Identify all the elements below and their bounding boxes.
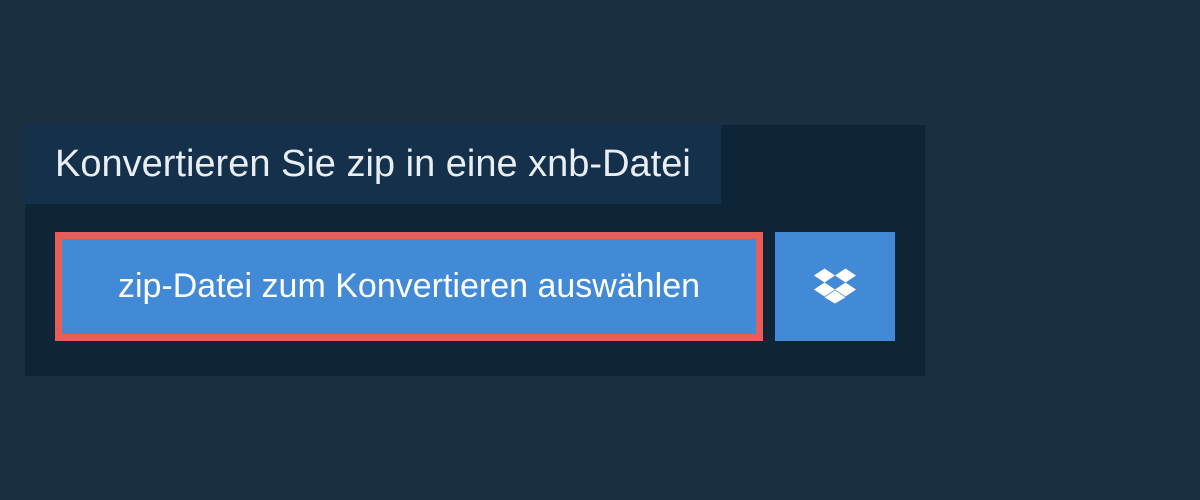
page-title: Konvertieren Sie zip in eine xnb-Datei bbox=[25, 125, 721, 204]
dropbox-icon bbox=[814, 265, 856, 307]
button-row: zip-Datei zum Konvertieren auswählen bbox=[25, 204, 925, 341]
converter-panel: Konvertieren Sie zip in eine xnb-Datei z… bbox=[25, 125, 925, 376]
dropbox-button[interactable] bbox=[775, 232, 895, 341]
select-file-button[interactable]: zip-Datei zum Konvertieren auswählen bbox=[55, 232, 763, 341]
title-row: Konvertieren Sie zip in eine xnb-Datei bbox=[25, 125, 925, 204]
